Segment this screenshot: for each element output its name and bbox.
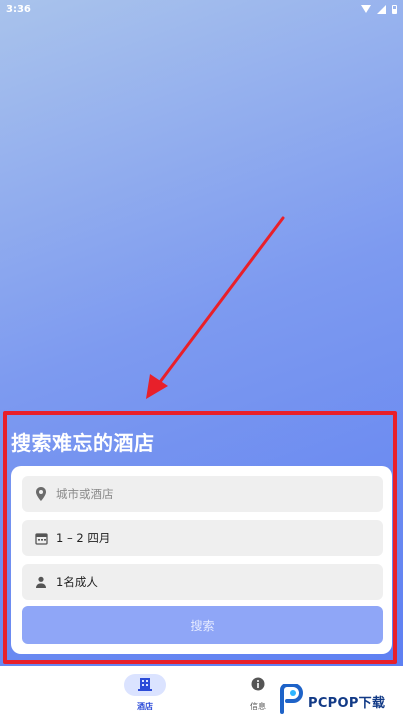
watermark-text: PCPOP下载 xyxy=(308,695,386,711)
info-icon xyxy=(251,676,265,695)
nav-item-hotels[interactable]: 酒店 xyxy=(115,674,175,712)
dates-value: 1 – 2 四月 xyxy=(56,531,111,545)
pcpop-logo xyxy=(278,683,304,718)
calendar-icon xyxy=(34,531,48,545)
guests-field[interactable]: 1名成人 xyxy=(22,564,383,600)
guests-value: 1名成人 xyxy=(56,575,98,589)
search-card: 城市或酒店 1 – 2 四月 1名成人 搜索 xyxy=(11,466,392,654)
page-title: 搜索难忘的酒店 xyxy=(11,431,155,455)
nav-pill-hotels xyxy=(124,674,166,696)
nav-pill-info xyxy=(237,674,279,696)
location-pin-icon xyxy=(34,487,48,501)
watermark: PCPOP下载 xyxy=(278,683,402,719)
hotel-icon xyxy=(138,676,152,695)
dates-field[interactable]: 1 – 2 四月 xyxy=(22,520,383,556)
person-icon xyxy=(34,575,48,589)
destination-field[interactable]: 城市或酒店 xyxy=(22,476,383,512)
nav-label-hotels: 酒店 xyxy=(137,702,153,711)
search-button[interactable]: 搜索 xyxy=(22,606,383,644)
destination-placeholder: 城市或酒店 xyxy=(56,487,114,501)
